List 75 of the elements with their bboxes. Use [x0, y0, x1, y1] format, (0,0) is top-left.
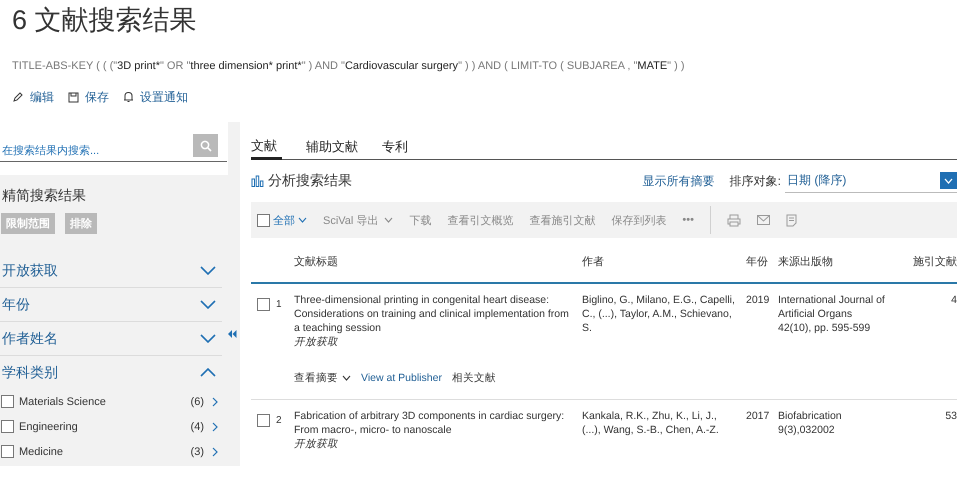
- page-title: 6 文献搜索结果: [12, 4, 198, 37]
- action-link[interactable]: 保存: [85, 88, 109, 106]
- source-text: 42(10), pp. 595-599: [778, 321, 872, 335]
- facet-count: (6): [190, 396, 204, 408]
- chevron-down-icon: [384, 217, 394, 223]
- tab[interactable]: 辅助文献: [294, 134, 370, 159]
- cited-count[interactable]: 4: [890, 293, 957, 349]
- facet-item-label[interactable]: Materials Science: [19, 396, 191, 408]
- action-link[interactable]: 设置通知: [140, 88, 188, 106]
- facet-header[interactable]: 开放获取: [0, 254, 222, 288]
- save-icon: [68, 92, 79, 102]
- facet-header[interactable]: 年份: [0, 288, 222, 322]
- facet-count: (3): [190, 446, 204, 458]
- source-text: Biofabrication: [778, 409, 843, 423]
- checkbox[interactable]: [1, 395, 14, 408]
- document-icon[interactable]: [786, 214, 797, 226]
- row-link[interactable]: 相关文献: [452, 371, 496, 385]
- analyze-link[interactable]: 分析搜索结果: [268, 172, 352, 190]
- chevron-right-icon[interactable]: [212, 422, 218, 432]
- facet-count: (4): [190, 420, 204, 432]
- facet-item-label[interactable]: Engineering: [19, 420, 191, 432]
- bar-chart-icon: [251, 175, 264, 187]
- search-query: TITLE-ABS-KEY ( ( ("3D print*" OR "three dimension* print*" ) AND "Cardiovascular surgery" ) ) AND ( LIMIT-TO ( SUBJAREA , "MATE" ) ): [12, 60, 686, 72]
- year-cell-text: 2019: [746, 293, 770, 308]
- document-title-link[interactable]: Three-dimensional printing in congenital heart disease: Considerations on training and clinical implementation from a teaching session: [294, 293, 574, 335]
- chevron-right-icon[interactable]: [212, 446, 218, 456]
- row-number: 1: [276, 298, 282, 312]
- tab[interactable]: 专利: [370, 134, 420, 159]
- chevron-down-icon: [200, 266, 216, 275]
- column-header: 作者: [582, 254, 605, 268]
- show-abstracts-link[interactable]: 显示所有摘要: [642, 172, 715, 190]
- mail-icon[interactable]: [756, 215, 770, 225]
- source-text: 9(3),032002: [778, 423, 836, 437]
- facet-header[interactable]: 作者姓名: [0, 322, 222, 356]
- abstract-toggle[interactable]: 查看摘要: [294, 371, 338, 385]
- search-field[interactable]: 在搜索结果内搜索...: [0, 141, 227, 162]
- chevron-up-icon: [200, 368, 216, 377]
- checkbox[interactable]: [1, 445, 14, 458]
- row-number: 2: [276, 414, 282, 428]
- pencil-icon: [12, 91, 24, 103]
- checkbox[interactable]: [257, 214, 270, 226]
- select-all-dropdown[interactable]: 全部: [273, 212, 295, 228]
- document-title-link[interactable]: Fabrication of arbitrary 3D components in cardiac surgery: From macro-, micro- to nanoscale: [294, 409, 574, 437]
- sort-dropdown[interactable]: 日期 (降序): [785, 170, 957, 192]
- chevron-down-icon: [200, 300, 216, 309]
- open-access-label: 开放获取: [294, 437, 339, 451]
- year-cell-text: 2017: [746, 409, 770, 424]
- facet-header[interactable]: 学科类别: [0, 356, 222, 389]
- sort-label: 排序对象:: [730, 172, 781, 190]
- chevron-down-icon: [944, 178, 953, 184]
- authors-cell-text: Kankala, R.K., Zhu, K., Li, J., (...), Wang, S.-B., Chen, A.-Z.: [582, 409, 720, 438]
- open-access-label: 开放获取: [294, 335, 339, 349]
- collapse-icon[interactable]: [228, 330, 237, 338]
- source-text: International Journal of Artificial Organs: [778, 293, 886, 321]
- checkbox[interactable]: [257, 298, 270, 311]
- checkbox[interactable]: [257, 414, 270, 427]
- column-header: 来源出版物: [778, 254, 834, 268]
- chevron-down-icon: [298, 217, 307, 223]
- column-header: 文献标题: [294, 254, 339, 268]
- search-icon: [200, 140, 212, 152]
- bell-icon: [123, 91, 134, 103]
- chevron-down-icon: [342, 375, 351, 381]
- action-link[interactable]: 编辑: [30, 88, 54, 106]
- column-header[interactable]: 施引文献: [890, 254, 957, 268]
- chevron-right-icon[interactable]: [212, 396, 218, 406]
- cited-count[interactable]: 53: [890, 409, 957, 451]
- column-header[interactable]: 年份: [746, 254, 778, 268]
- refine-heading: 精简搜索结果: [2, 187, 87, 205]
- row-link[interactable]: View at Publisher: [361, 371, 442, 385]
- authors-cell-text: Biglino, G., Milano, E.G., Capelli, C., (...), Taylor, A.M., Schievano, S.: [582, 293, 736, 336]
- facet-item-label[interactable]: Medicine: [19, 446, 191, 458]
- checkbox[interactable]: [1, 420, 14, 433]
- chevron-down-icon: [200, 334, 216, 343]
- tab[interactable]: 文献: [251, 134, 282, 160]
- print-icon[interactable]: [726, 214, 741, 226]
